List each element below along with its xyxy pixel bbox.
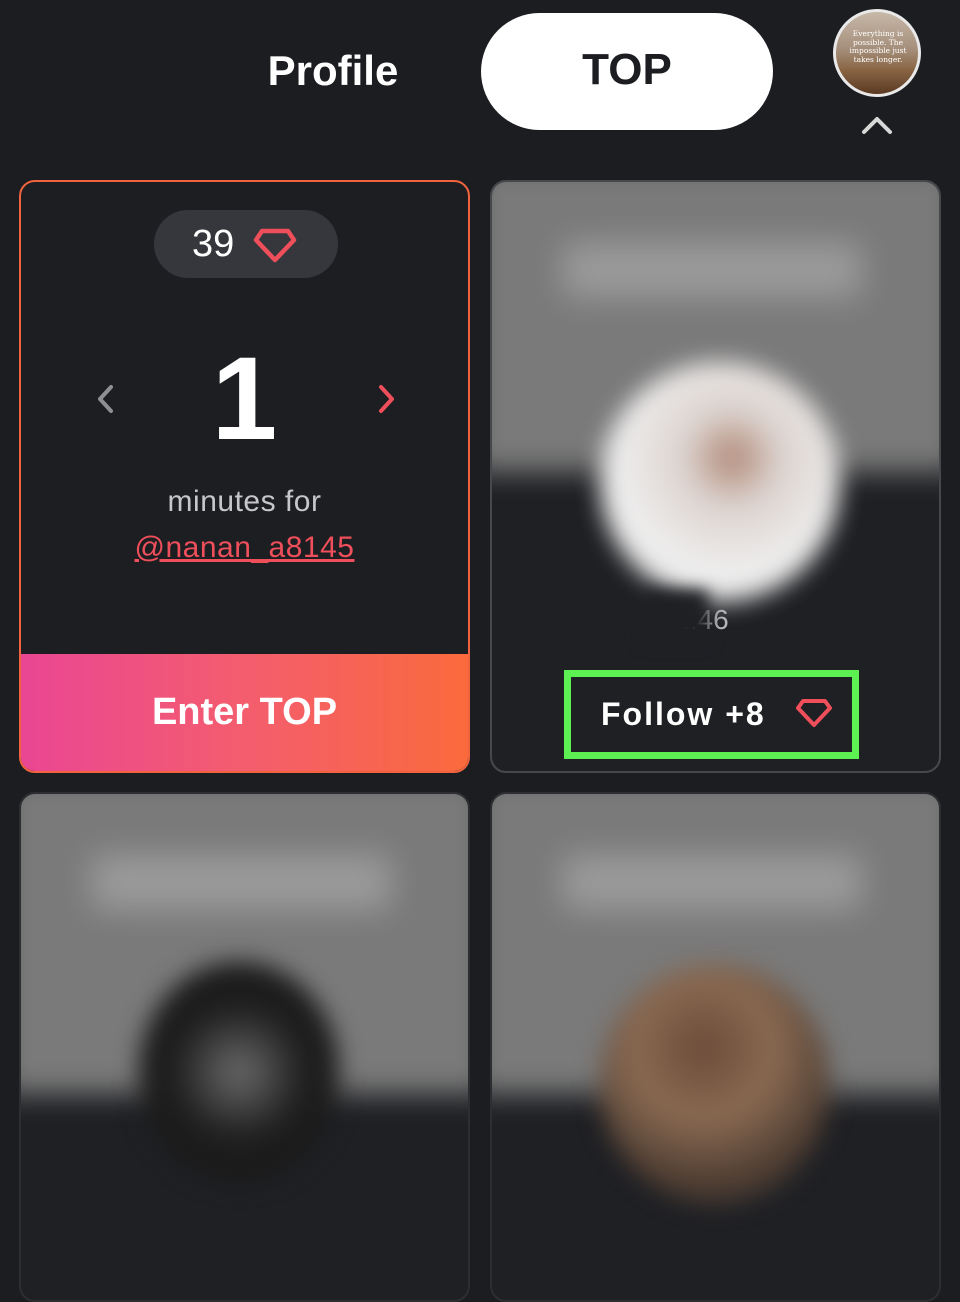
blurred-avatar	[600, 362, 840, 602]
top-boost-card: 39 1 minutes for @nanan_a8145 Enter TOP	[19, 180, 470, 773]
gem-icon	[796, 699, 832, 727]
blurred-name	[91, 854, 391, 910]
tab-profile[interactable]: Profile	[262, 38, 404, 104]
minutes-label: minutes for	[167, 485, 322, 518]
blurred-avatar	[139, 962, 339, 1182]
follow-label: Follow +8	[601, 696, 766, 732]
suggested-user-card[interactable]	[490, 792, 941, 1302]
gem-cost-badge: 39	[154, 210, 338, 278]
blur-mask	[642, 590, 708, 642]
username-link[interactable]: @nanan_a8145	[21, 526, 468, 570]
suggested-user-card[interactable]	[19, 792, 470, 1302]
blurred-name	[562, 242, 862, 298]
gem-icon	[253, 228, 297, 263]
blurred-name	[562, 854, 862, 910]
avatar[interactable]: Everything is possible. The impossible j…	[833, 9, 921, 97]
chevron-up-icon[interactable]	[858, 108, 896, 144]
blurred-avatar	[600, 964, 830, 1204]
enter-top-button[interactable]: Enter TOP	[21, 654, 468, 771]
follow-button[interactable]: Follow +8	[564, 670, 859, 759]
gem-count: 39	[192, 223, 235, 265]
tab-top[interactable]: TOP	[481, 13, 773, 130]
chevron-right-icon[interactable]	[373, 382, 399, 416]
avatar-caption: Everything is possible. The impossible j…	[849, 29, 907, 64]
minutes-value: 1	[211, 333, 278, 465]
